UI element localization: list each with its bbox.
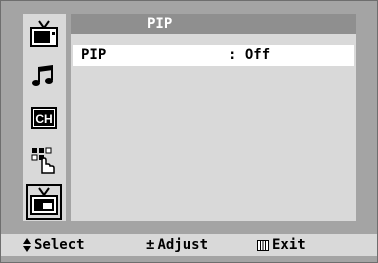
picture-icon [30, 20, 58, 47]
help-bar: Select ± Adjust Exit [1, 234, 377, 256]
select-label: Select [34, 237, 85, 253]
adjust-label: Adjust [157, 237, 209, 253]
pip-menu-button[interactable] [26, 184, 62, 220]
adjust-hint: ± Adjust [146, 234, 208, 256]
channel-menu-button[interactable]: CH [27, 102, 61, 134]
pip-icon [30, 187, 58, 215]
select-hint: Select [23, 234, 85, 256]
plus-minus-icon: ± [146, 237, 155, 253]
exit-hint: Exit [257, 234, 306, 256]
picture-menu-button[interactable] [27, 18, 61, 50]
pip-setting-row[interactable]: PIP : Off [73, 45, 354, 66]
pip-menu-panel: PIP PIP : Off [71, 14, 356, 221]
pip-setting-value: : Off [228, 47, 271, 63]
function-menu-button[interactable] [27, 144, 61, 176]
menu-key-icon [257, 239, 269, 251]
up-down-arrow-icon [23, 238, 31, 252]
tv-osd-screen: CH PIP PIP: Off Select ± Adjust Exit [0, 0, 378, 263]
sound-icon [32, 65, 53, 86]
menu-category-sidebar: CH [23, 14, 66, 221]
menu-title: PIP [71, 14, 356, 34]
channel-icon: CH [31, 107, 57, 129]
pip-setting-label: PIP [81, 47, 107, 63]
function-icon [31, 147, 55, 174]
exit-label: Exit [272, 237, 306, 253]
sound-menu-button[interactable] [27, 60, 61, 92]
svg-text:CH: CH [35, 112, 52, 126]
